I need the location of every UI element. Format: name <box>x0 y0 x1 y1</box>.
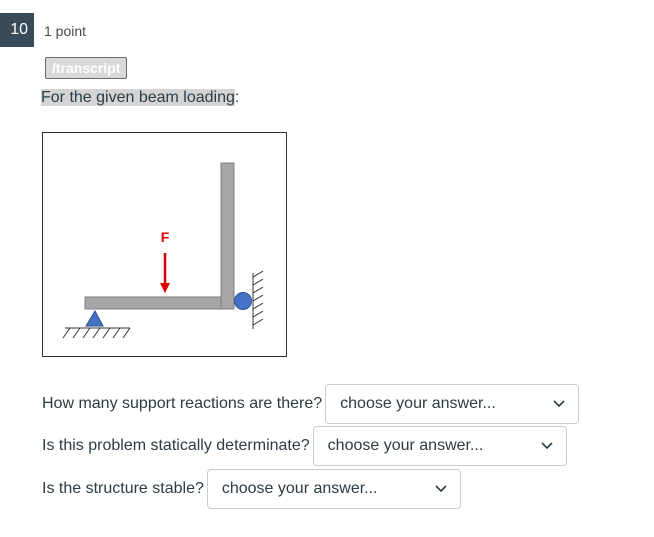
question-prompt-reactions: How many support reactions are there? <box>42 395 323 412</box>
chevron-down-icon <box>541 442 553 450</box>
question-prompt-determinate: Is this problem statically determinate? <box>42 437 310 454</box>
chevron-down-icon <box>435 485 447 493</box>
vertical-member <box>220 162 235 310</box>
question-intro: For the given beam loading: <box>41 89 239 107</box>
beam-diagram: F <box>62 162 264 339</box>
question-number-badge: 10 <box>0 13 34 47</box>
question-points: 1 point <box>44 23 87 39</box>
reactions-dropdown-value: choose your answer... <box>340 395 496 412</box>
beam-figure: F <box>42 132 287 357</box>
question-row-stable: Is the structure stable? choose your ans… <box>42 469 461 509</box>
question-prompt-stable: Is the structure stable? <box>42 480 204 497</box>
determinate-dropdown[interactable]: choose your answer... <box>312 426 567 466</box>
pin-support <box>85 309 104 327</box>
stable-dropdown-value: choose your answer... <box>221 480 378 497</box>
question-row-determinate: Is this problem statically determinate? … <box>42 426 567 466</box>
question-row-reactions: How many support reactions are there? ch… <box>42 384 580 424</box>
question-number: 10 <box>10 21 28 38</box>
stable-dropdown[interactable]: choose your answer... <box>206 469 461 509</box>
chevron-down-icon <box>553 400 565 408</box>
wall-hatch <box>252 270 264 326</box>
intro-suffix: : <box>234 89 240 106</box>
intro-text: For the given beam loading <box>41 89 235 106</box>
determinate-dropdown-value: choose your answer... <box>327 437 484 454</box>
force-arrow-head <box>160 283 170 293</box>
pin-ground-hatch <box>62 327 131 339</box>
roller-support <box>234 292 252 310</box>
force-label: F <box>161 229 170 245</box>
reactions-dropdown[interactable]: choose your answer... <box>325 384 580 424</box>
horizontal-beam <box>84 296 228 310</box>
transcript-button[interactable]: /transcript <box>45 57 128 79</box>
